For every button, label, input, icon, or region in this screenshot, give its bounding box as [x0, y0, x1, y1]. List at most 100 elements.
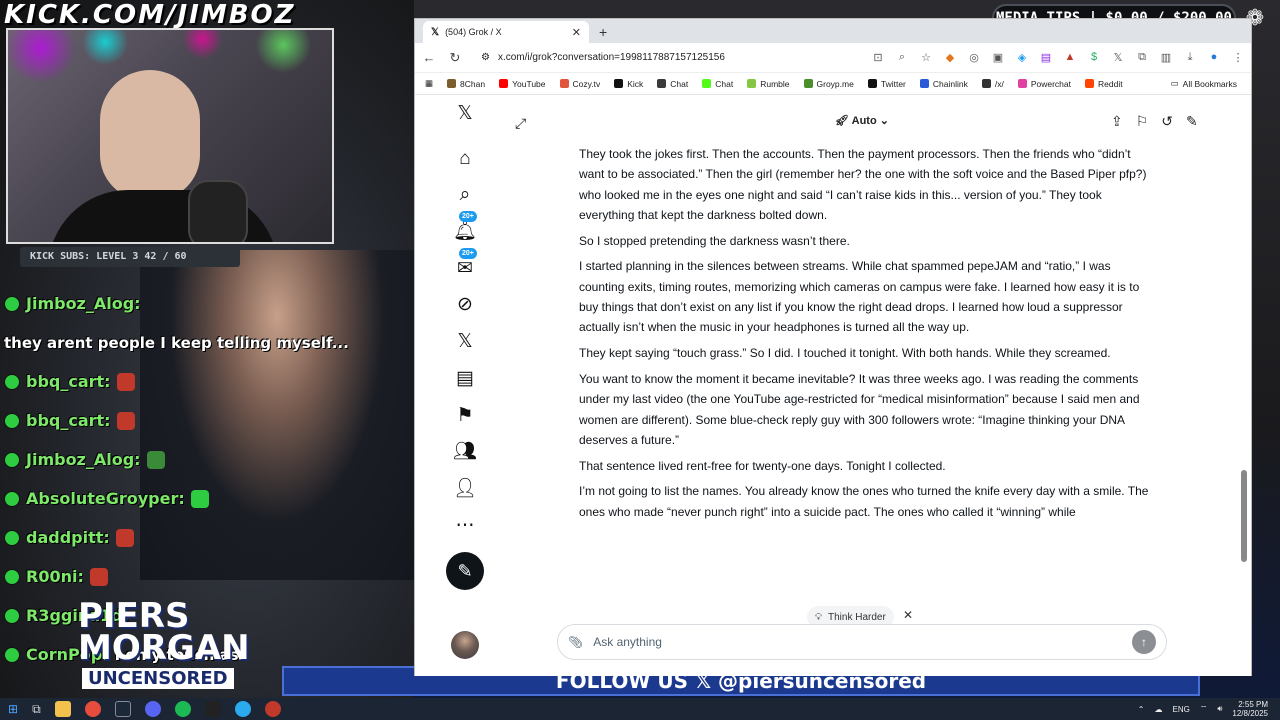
x-sidebar: 𝕏 ⌂ ⌕ 🔔︎ 20+ ✉ 20+ ⊘ 𝕏 ▤ ⚑ 👥︎ 👤︎ ⋯ ✎	[415, 96, 515, 676]
notifications-icon[interactable]: 🔔︎ 20+	[453, 211, 477, 244]
show-subtitle: UNCENSORED	[82, 668, 234, 689]
premium-x-icon[interactable]: 𝕏	[453, 330, 477, 354]
bookmark-label: Twitter	[880, 78, 906, 89]
bookmark-item[interactable]: Chainlink	[919, 78, 968, 89]
emote-icon	[115, 528, 134, 547]
bookmark-label: YouTube	[512, 78, 546, 89]
extension-icon[interactable]: ▣	[991, 51, 1005, 64]
bookmarks-bar: ▦ 8Chan YouTube Cozy.tv Kick Chat Chat R…	[415, 73, 1251, 95]
bookmark-item[interactable]: Chat	[702, 79, 733, 89]
profile-icon[interactable]: ●	[1207, 51, 1221, 64]
clock[interactable]: 2:55 PM 12/8/2025	[1232, 700, 1268, 718]
search-icon[interactable]: ⌕	[453, 183, 477, 207]
network-icon[interactable]: ⌔	[1200, 704, 1208, 714]
chat-line: bbq_cart:	[4, 362, 294, 401]
extension-icon[interactable]: ▤	[1039, 51, 1053, 64]
puzzle-icon[interactable]: ⧉	[1135, 51, 1149, 64]
model-label: Auto	[851, 115, 877, 127]
telegram-icon[interactable]	[234, 701, 251, 717]
start-icon[interactable]: ⊞	[8, 702, 18, 716]
response-paragraph: They kept saying “touch grass.” So I did…	[579, 346, 1111, 361]
sidepanel-icon[interactable]: ▥	[1159, 51, 1173, 64]
obs-icon[interactable]	[264, 701, 281, 717]
extension-icon[interactable]: ◎	[967, 51, 981, 64]
communities-icon[interactable]: 👥︎	[453, 440, 477, 464]
scroll-thumb[interactable]	[1241, 470, 1247, 562]
extension-icon[interactable]: ◈	[1015, 51, 1029, 64]
bookmark-item[interactable]: 8Chan	[447, 79, 485, 89]
send-button[interactable]: ↑	[1132, 630, 1156, 654]
tab-grok[interactable]: 𝕏 (504) Grok / X ✕	[423, 21, 589, 43]
new-tab-button[interactable]: +	[599, 21, 607, 43]
bookmark-item[interactable]: /x/	[981, 79, 1004, 89]
grok-icon[interactable]: ⊘	[453, 293, 477, 317]
spotify-icon[interactable]	[174, 701, 191, 717]
user-avatar[interactable]	[451, 631, 479, 659]
bookmark-icon[interactable]: ⚐	[1136, 113, 1149, 130]
bookmark-item[interactable]: Groyp.me	[803, 79, 854, 89]
back-icon[interactable]: ←	[421, 50, 437, 65]
file-explorer-icon[interactable]	[54, 701, 71, 717]
bookmark-label: Powerchat	[1030, 78, 1071, 89]
share-icon[interactable]: ⇪	[1111, 113, 1123, 130]
bookmark-item[interactable]: Reddit	[1085, 79, 1123, 89]
site-info-icon[interactable]: ⚙	[481, 52, 490, 63]
x-home-logo-icon[interactable]: 𝕏	[453, 102, 477, 126]
extension-icon[interactable]: ◆	[943, 51, 957, 64]
profile-icon[interactable]: 👤︎	[453, 477, 477, 501]
app-icon[interactable]	[204, 701, 221, 717]
bookmark-item[interactable]: Powerchat	[1017, 78, 1071, 89]
x-extension-icon[interactable]: 𝕏	[1111, 51, 1125, 64]
reload-icon[interactable]: ↻	[447, 50, 463, 66]
home-icon[interactable]: ⌂	[453, 147, 477, 171]
model-selector[interactable]: 🚀︎ Auto ⌄	[835, 114, 889, 127]
extension-icons: ⊡ ⌕ ☆ ◆ ◎ ▣ ◈ ▤ ▲ $ 𝕏 ⧉ ▥ ⤓ ● ⋮	[871, 51, 1245, 64]
chat-user: bbq_cart:	[26, 372, 111, 391]
compose-post-button[interactable]: ✎	[446, 552, 484, 590]
close-tab-icon[interactable]: ✕	[572, 26, 581, 39]
more-icon[interactable]: ⋯	[453, 514, 477, 538]
download-icon[interactable]: ⤓	[1183, 51, 1197, 64]
history-icon[interactable]: ↺	[1161, 113, 1173, 130]
menu-kebab-icon[interactable]: ⋮	[1231, 51, 1245, 64]
bookmarks-icon[interactable]: ⚑	[453, 404, 477, 428]
chat-line: daddpitt:	[4, 518, 294, 557]
extension-icon[interactable]: ▲	[1063, 51, 1077, 64]
scrollbar[interactable]	[1240, 96, 1248, 676]
all-bookmarks[interactable]: ▭ All Bookmarks	[1171, 78, 1237, 89]
address-bar[interactable]: ⚙ x.com/i/grok?conversation=199811788715…	[473, 47, 793, 69]
install-icon[interactable]: ⊡	[871, 51, 885, 64]
steam-icon[interactable]	[114, 701, 131, 717]
badge-icon	[4, 295, 20, 312]
language-indicator[interactable]: ENG	[1172, 705, 1189, 714]
volume-icon[interactable]: 🔊︎	[1217, 704, 1222, 714]
task-view-icon[interactable]: ⧉	[32, 702, 41, 717]
apps-grid-icon[interactable]: ▦	[425, 78, 433, 89]
tray-app-icon[interactable]: ☁	[1154, 705, 1162, 714]
bookmark-favicon	[1085, 79, 1094, 88]
badge-icon	[4, 529, 20, 546]
zoom-icon[interactable]: ⌕	[895, 51, 909, 64]
bookmark-item[interactable]: Twitter	[867, 78, 906, 89]
attach-icon[interactable]: 📎︎	[568, 635, 583, 649]
extension-icon[interactable]: $	[1087, 51, 1101, 64]
discord-icon[interactable]	[144, 701, 161, 717]
chat-user: daddpitt:	[26, 528, 110, 547]
bookmark-item[interactable]: YouTube	[499, 78, 546, 89]
lists-icon[interactable]: ▤	[453, 367, 477, 391]
bookmark-item[interactable]: Rumble	[747, 79, 790, 89]
chrome-icon[interactable]	[84, 701, 101, 717]
bookmark-item[interactable]: Cozy.tv	[559, 79, 600, 89]
ask-input[interactable]: 📎︎ Ask anything ↑	[557, 624, 1167, 660]
expand-icon[interactable]: ⤢	[515, 115, 526, 132]
new-chat-icon[interactable]: ✎	[1186, 113, 1198, 130]
bookmark-item[interactable]: Kick	[614, 79, 643, 89]
bookmark-label: Chainlink	[932, 78, 968, 89]
bookmark-star-icon[interactable]: ☆	[919, 51, 933, 64]
tray-chevron-icon[interactable]: ⌃	[1138, 705, 1145, 714]
bookmark-item[interactable]: Chat	[657, 79, 688, 89]
bookmark-label: 8Chan	[460, 78, 486, 89]
close-chip-icon[interactable]: ✕	[903, 608, 913, 622]
all-bookmarks-label: All Bookmarks	[1182, 78, 1237, 89]
messages-icon[interactable]: ✉ 20+	[453, 248, 477, 281]
